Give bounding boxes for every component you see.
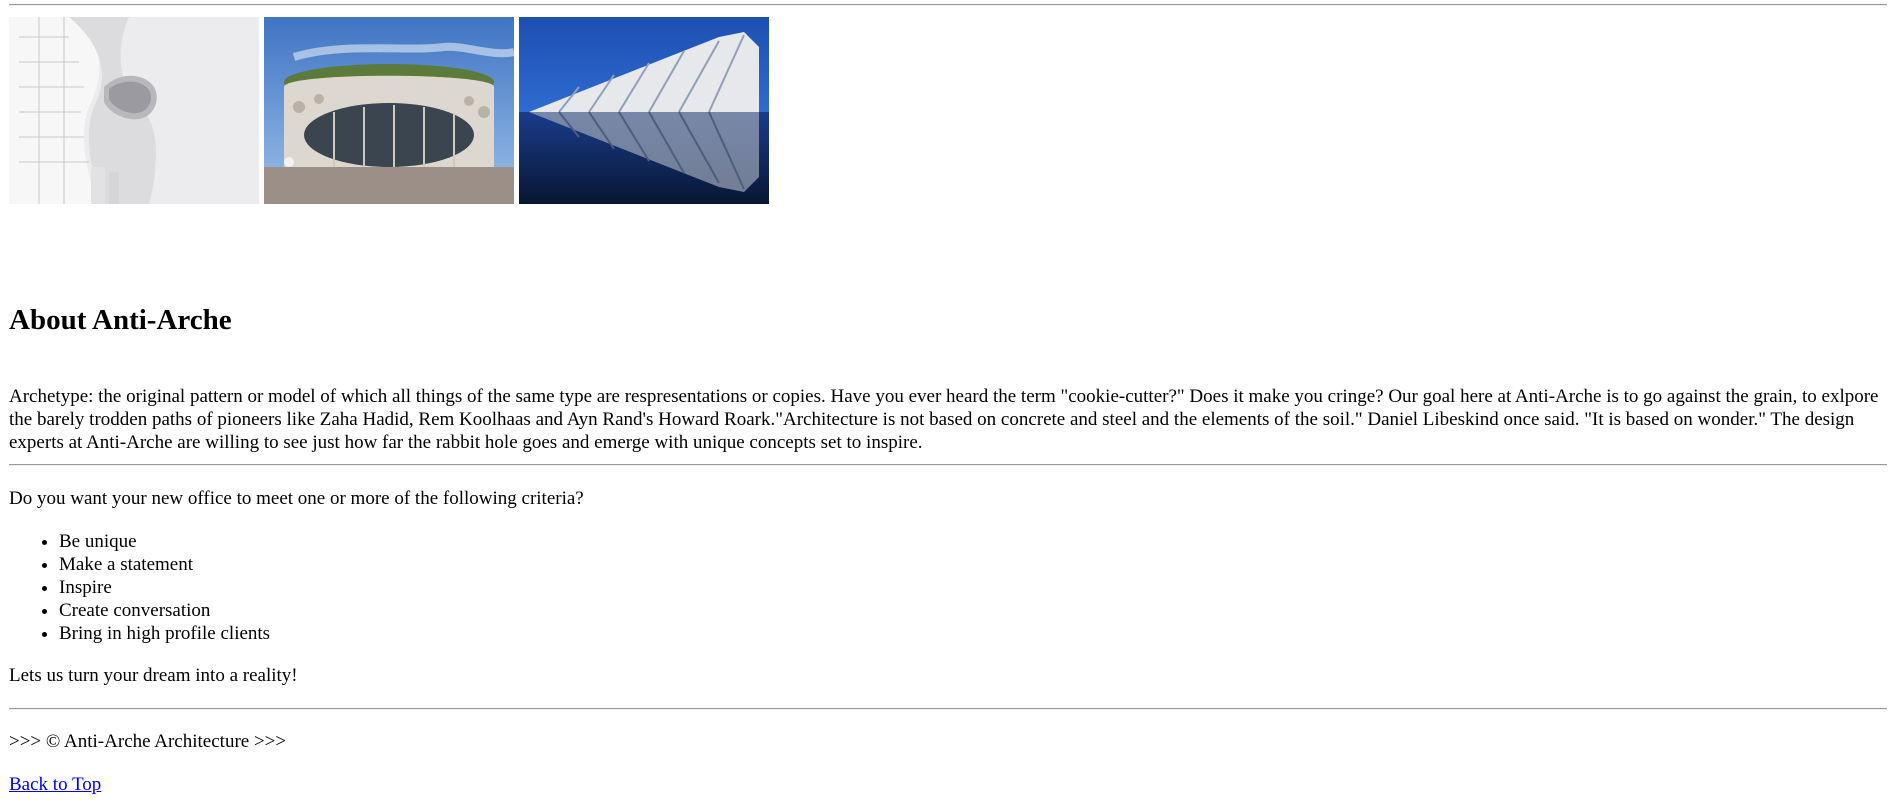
gallery-photo-1 [9, 17, 259, 204]
criteria-list: Be unique Make a statement Inspire Creat… [9, 530, 270, 645]
list-item: Be unique [59, 530, 270, 553]
back-to-top-link[interactable]: Back to Top [9, 773, 101, 796]
list-item: Inspire [59, 576, 270, 599]
footer-divider [9, 708, 1887, 710]
copyright-footer: >>> © Anti-Arche Architecture >>> [9, 731, 287, 752]
gallery-photo-2 [264, 17, 514, 204]
gallery-photo-3 [519, 17, 769, 204]
about-heading: About Anti-Arche [9, 304, 232, 336]
middle-divider [9, 464, 1887, 466]
photo-gallery [9, 17, 769, 204]
list-item: Make a statement [59, 553, 270, 576]
closing-statement: Lets us turn your dream into a reality! [9, 665, 298, 686]
about-paragraph: Archetype: the original pattern or model… [9, 386, 1879, 453]
list-item: Create conversation [59, 599, 270, 622]
list-item: Bring in high profile clients [59, 622, 270, 645]
criteria-intro: Do you want your new office to meet one … [9, 488, 584, 509]
top-divider [9, 4, 1887, 6]
